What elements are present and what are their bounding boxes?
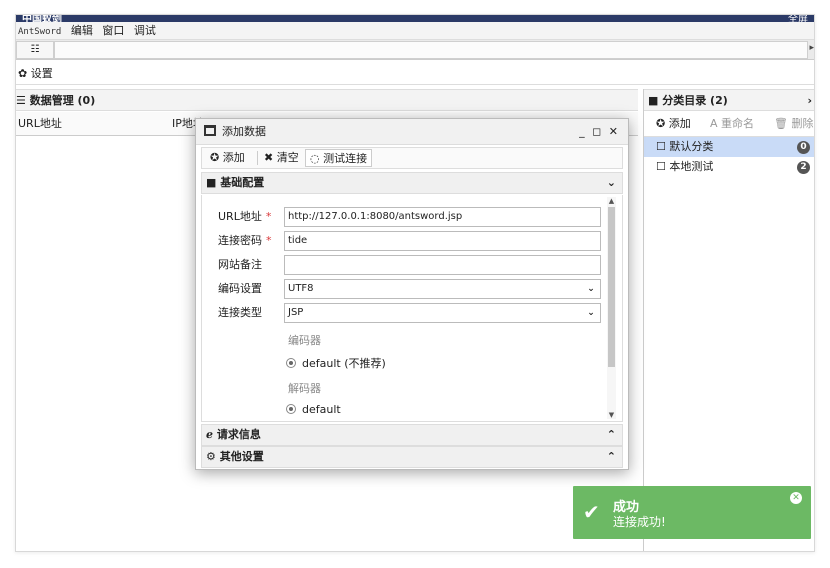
basic-config-form: URL地址 * http://127.0.0.1:8080/antsword.js…: [201, 195, 623, 422]
chevron-down-icon: ⌄: [587, 308, 595, 318]
scroll-down-icon[interactable]: ▼: [607, 411, 616, 419]
menu-debug[interactable]: 调试: [131, 22, 159, 40]
section-basic-label: ■ 基础配置: [206, 176, 265, 189]
url-label: URL地址 *: [218, 210, 272, 223]
encoding-value: UTF8: [288, 283, 314, 294]
dialog-clear-button[interactable]: ✖ 清空: [260, 149, 303, 167]
url-input[interactable]: http://127.0.0.1:8080/antsword.jsp: [284, 207, 601, 227]
category-delete-button[interactable]: 🗑 删除: [774, 111, 813, 137]
menu-edit[interactable]: 编辑: [68, 22, 96, 40]
section-request-label: ℯ 请求信息: [206, 428, 261, 441]
check-icon: ✔: [583, 500, 600, 524]
encoder-option-label: default (不推荐): [302, 357, 386, 370]
category-panel: ■ 分类目录 (2) › ✪ 添加 A 重命名 🗑 删除 ☐ 默认分类 0 ☐ …: [643, 89, 814, 551]
dialog-toolbar: ✪ 添加 ✖ 清空 ◌ 测试连接: [201, 147, 623, 169]
dialog-window-controls[interactable]: _ ◻ ✕: [579, 119, 620, 145]
password-input[interactable]: tide: [284, 231, 601, 251]
dialog-title: 添加数据: [222, 125, 266, 138]
tab-scroll-arrow-icon[interactable]: ▸: [809, 43, 814, 53]
add-data-dialog: 添加数据 _ ◻ ✕ ✪ 添加 ✖ 清空 ◌ 测试连接 ■ 基础配置 ⌄ URL…: [195, 118, 629, 470]
radio-selected-icon: [286, 358, 296, 368]
type-value: JSP: [288, 307, 304, 318]
category-item-default[interactable]: ☐ 默认分类 0: [644, 137, 814, 157]
category-header: ■ 分类目录 (2) ›: [644, 89, 814, 111]
settings-tab[interactable]: ✿ 设置: [16, 67, 53, 80]
category-toolbar: ✪ 添加 A 重命名 🗑 删除: [644, 111, 814, 137]
window-icon: [204, 125, 216, 136]
chevron-up-icon: ⌃: [606, 428, 616, 441]
section-basic-config[interactable]: ■ 基础配置 ⌄: [201, 172, 623, 194]
encoder-label: 编码器: [288, 334, 321, 347]
tab-grid-icon[interactable]: ☷: [16, 41, 54, 59]
title-bar: 中国蚁剑 全屏: [16, 15, 814, 25]
note-input[interactable]: [284, 255, 601, 275]
radio-selected-icon: [286, 404, 296, 414]
category-item-label: ☐ 默认分类: [656, 140, 714, 153]
scrollbar-thumb[interactable]: [608, 207, 615, 367]
menu-bar: AntSword 编辑 窗口 调试: [16, 22, 814, 40]
decoder-label: 解码器: [288, 382, 321, 395]
form-row-type: 连接类型 JSP ⌄: [202, 303, 612, 323]
category-rename-button[interactable]: A 重命名: [710, 111, 754, 137]
dialog-add-button[interactable]: ✪ 添加: [206, 149, 249, 167]
tab-blank[interactable]: [54, 41, 808, 59]
category-count-badge: 0: [797, 141, 810, 154]
form-row-url: URL地址 * http://127.0.0.1:8080/antsword.js…: [202, 207, 612, 227]
menu-app-name[interactable]: AntSword: [16, 23, 64, 41]
category-count-badge: 2: [797, 161, 810, 174]
dialog-test-connection-button[interactable]: ◌ 测试连接: [305, 149, 373, 167]
success-toast: ✔ 成功 连接成功! ✕: [573, 486, 811, 539]
tab-bar: ☷ ▸: [16, 40, 814, 60]
encoding-select[interactable]: UTF8 ⌄: [284, 279, 601, 299]
encoder-option-default[interactable]: default (不推荐): [286, 355, 386, 371]
settings-bar: ✿ 设置: [16, 63, 814, 85]
form-scrollbar[interactable]: ▲ ▼: [607, 197, 616, 419]
section-other-label: ⚙ 其他设置: [206, 450, 264, 463]
close-icon[interactable]: ✕: [790, 492, 802, 504]
form-row-encoding: 编码设置 UTF8 ⌄: [202, 279, 612, 299]
encoding-label: 编码设置: [218, 282, 262, 295]
category-item-label: ☐ 本地测试: [656, 160, 714, 173]
toolbar-divider: [257, 151, 258, 165]
form-row-password: 连接密码 * tide: [202, 231, 612, 251]
category-title: ■ 分类目录 (2): [648, 94, 728, 107]
chevron-right-icon[interactable]: ›: [807, 90, 812, 111]
chevron-up-icon: ⌃: [606, 450, 616, 463]
type-select[interactable]: JSP ⌄: [284, 303, 601, 323]
decoder-option-default[interactable]: default: [286, 403, 341, 416]
chevron-down-icon: ⌄: [606, 176, 616, 189]
toast-message: 连接成功!: [613, 515, 666, 529]
section-other-settings[interactable]: ⚙ 其他设置 ⌃: [201, 446, 623, 468]
password-label: 连接密码 *: [218, 234, 272, 247]
type-label: 连接类型: [218, 306, 262, 319]
column-url[interactable]: URL地址: [18, 112, 62, 136]
decoder-option-label: default: [302, 403, 341, 416]
category-item-local-test[interactable]: ☐ 本地测试 2: [644, 157, 814, 177]
section-request-info[interactable]: ℯ 请求信息 ⌃: [201, 424, 623, 446]
data-manager-header: ☰ 数据管理 (0): [16, 89, 638, 111]
form-row-note: 网站备注: [202, 255, 612, 275]
dialog-title-bar[interactable]: 添加数据 _ ◻ ✕: [196, 119, 628, 145]
menu-window[interactable]: 窗口: [99, 22, 127, 40]
scroll-up-icon[interactable]: ▲: [607, 197, 616, 205]
chevron-down-icon: ⌄: [587, 284, 595, 294]
note-label: 网站备注: [218, 258, 262, 271]
category-add-button[interactable]: ✪ 添加: [656, 111, 691, 137]
